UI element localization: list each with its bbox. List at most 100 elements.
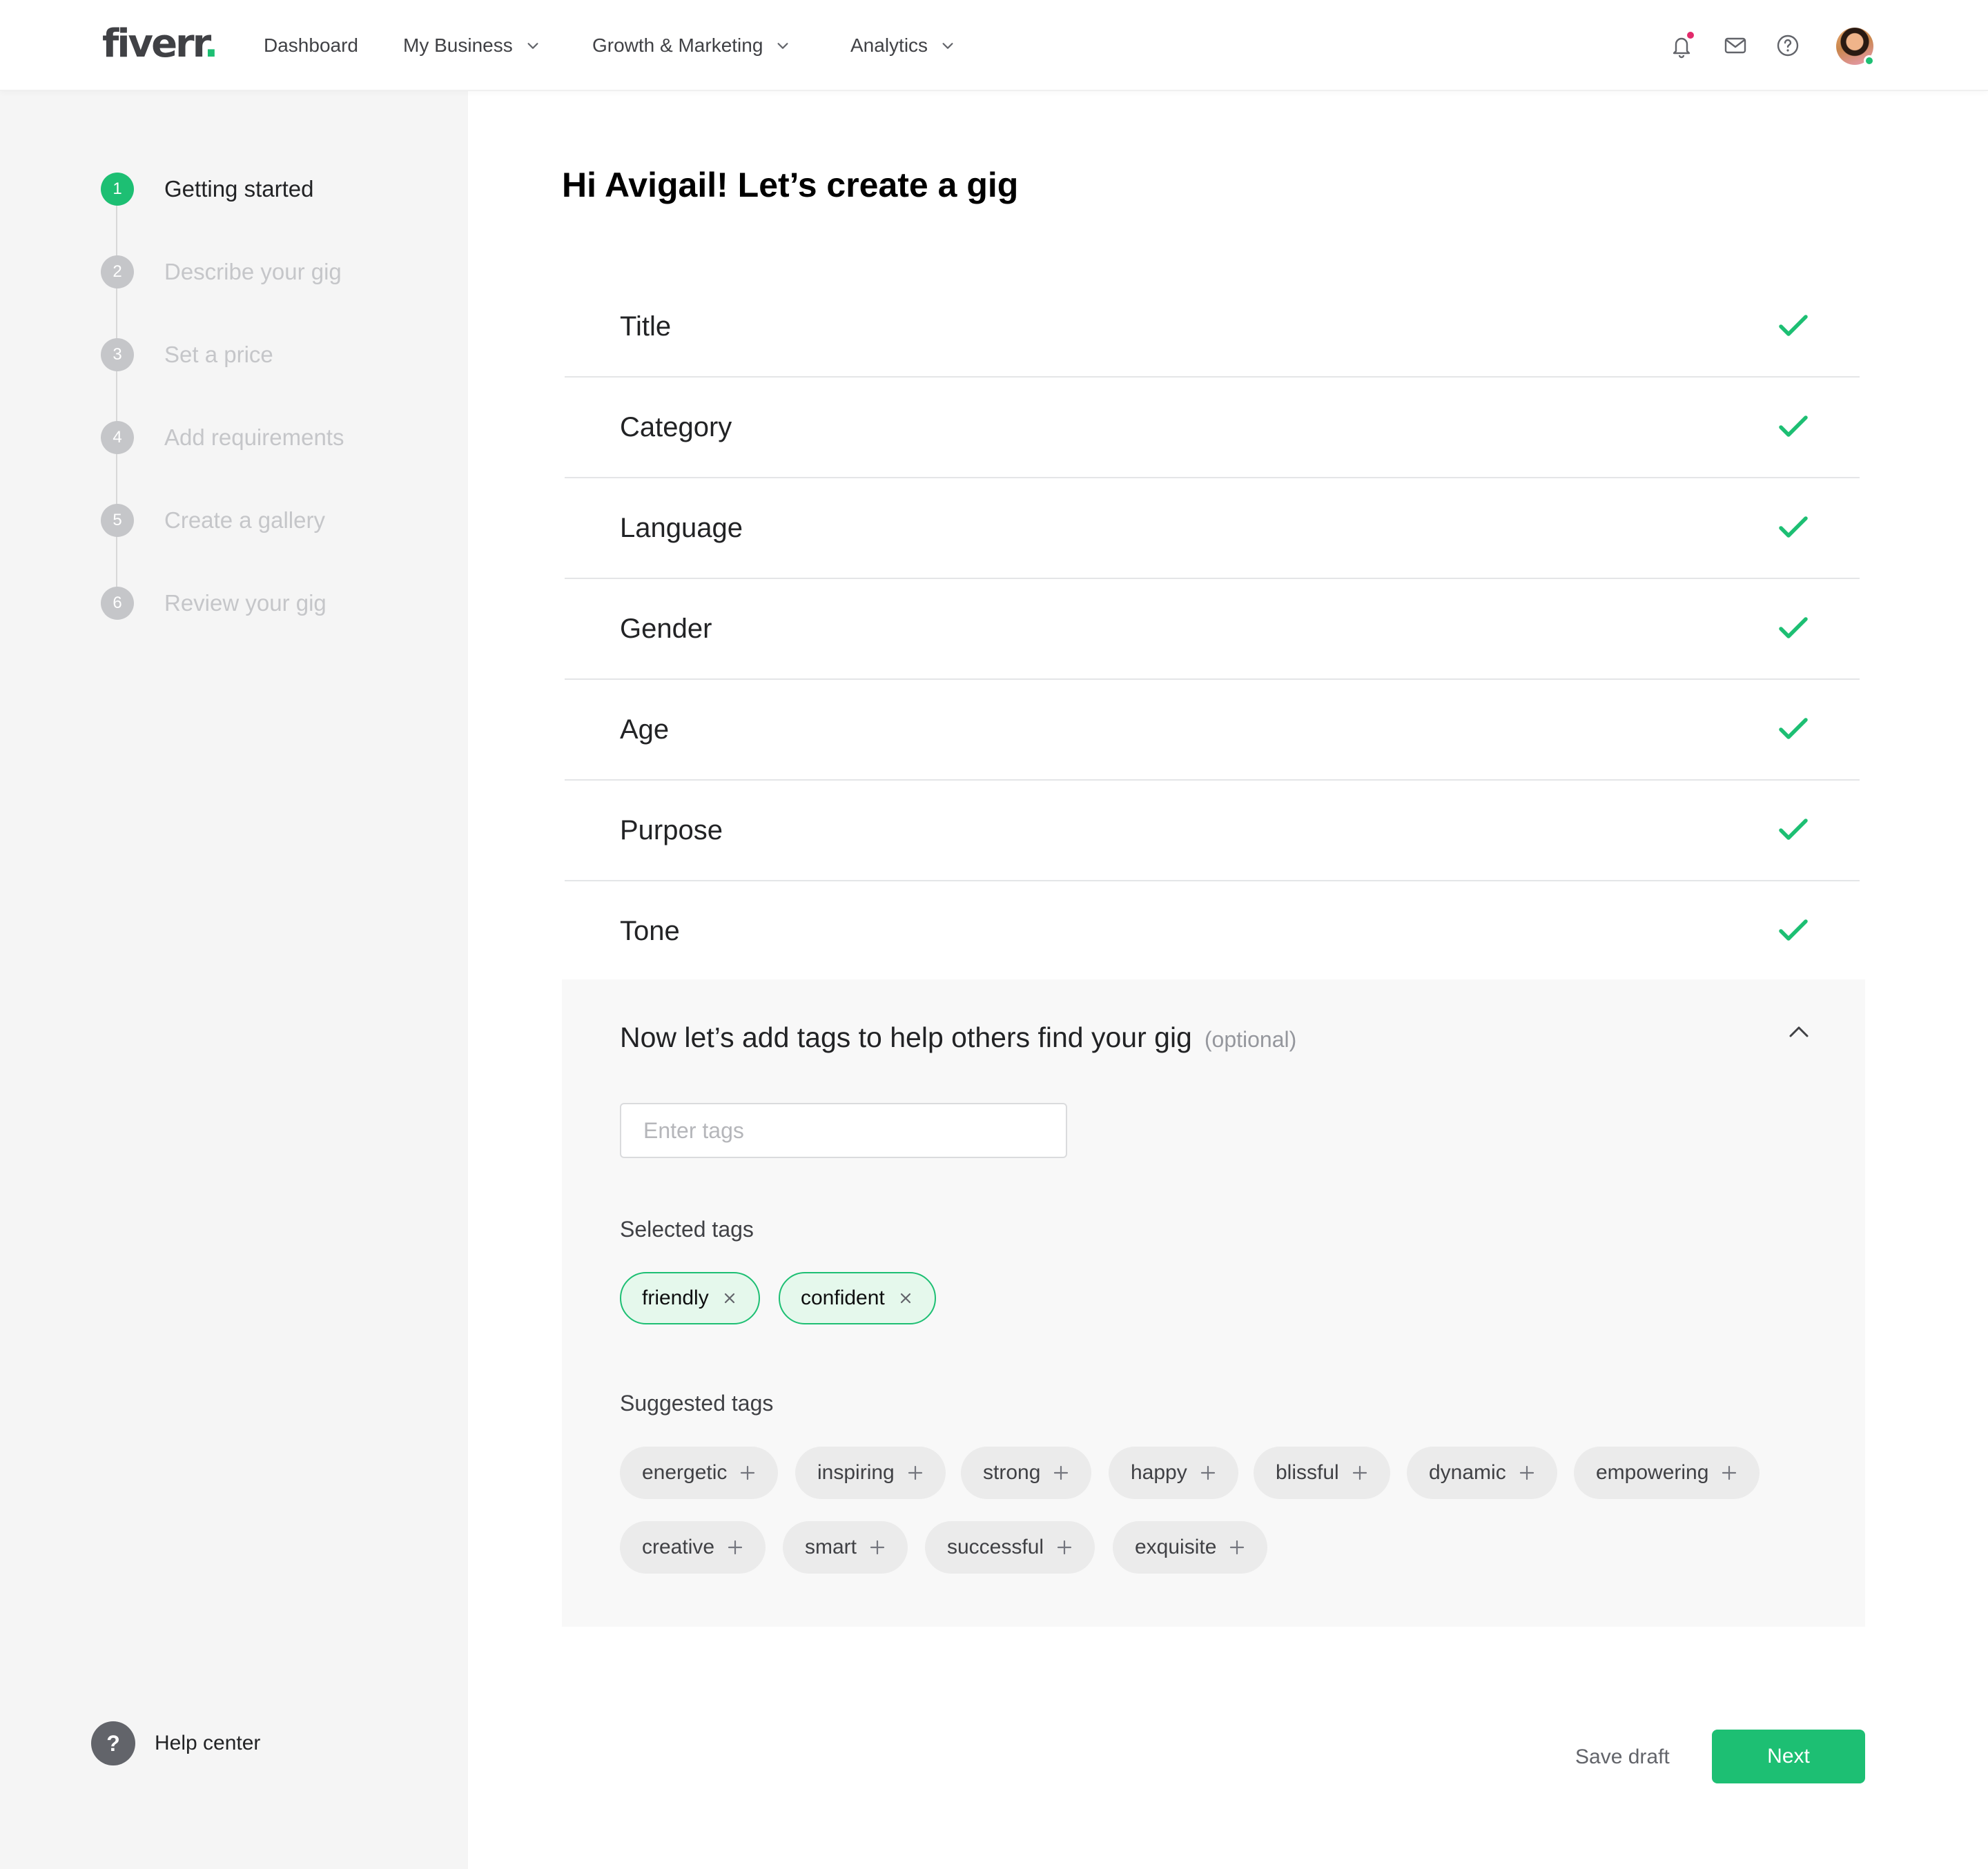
plus-icon: [907, 1465, 924, 1481]
checklist-row-label: Tone: [620, 916, 680, 946]
tags-input[interactable]: [620, 1103, 1067, 1158]
logo-text: fiverr: [102, 21, 206, 66]
close-icon[interactable]: [721, 1290, 738, 1307]
checkmark-icon: [1779, 617, 1808, 638]
notification-badge: [1687, 32, 1694, 39]
checklist-row-label: Age: [620, 714, 670, 745]
nav-analytics-label: Analytics: [850, 35, 928, 56]
help-center-label: Help center: [155, 1732, 261, 1754]
checkmark-icon: [1779, 919, 1808, 941]
tag-text: empowering: [1596, 1461, 1709, 1484]
tag-text: creative: [642, 1536, 715, 1558]
chevron-up-icon[interactable]: [1785, 1018, 1813, 1046]
help-circle-icon: ?: [91, 1721, 135, 1765]
nav-my-business[interactable]: My Business: [403, 30, 540, 61]
checkmark-icon: [1779, 718, 1808, 739]
plus-icon: [1053, 1465, 1069, 1481]
plus-icon: [727, 1539, 743, 1556]
checklist-row-category[interactable]: Category: [565, 378, 1860, 478]
step-describe-your-gig[interactable]: 2 Describe your gig: [101, 255, 342, 288]
nav-analytics[interactable]: Analytics: [850, 30, 955, 61]
checklist-row-purpose[interactable]: Purpose: [565, 781, 1860, 881]
step-number: 1: [101, 173, 134, 206]
suggested-tag-chip[interactable]: inspiring: [795, 1447, 946, 1499]
suggested-tag-chip[interactable]: blissful: [1254, 1447, 1390, 1499]
plus-icon: [1056, 1539, 1073, 1556]
step-getting-started[interactable]: 1 Getting started: [101, 173, 313, 206]
suggested-tag-chip[interactable]: happy: [1109, 1447, 1238, 1499]
avatar[interactable]: [1836, 28, 1875, 66]
plus-icon: [1229, 1539, 1245, 1556]
suggested-tag-chip[interactable]: exquisite: [1113, 1521, 1268, 1574]
checklist-row-label: Purpose: [620, 815, 723, 845]
plus-icon: [739, 1465, 756, 1481]
step-number: 4: [101, 421, 134, 454]
checkmark-icon: [1779, 819, 1808, 840]
selected-tags-label: Selected tags: [620, 1217, 754, 1242]
envelope-icon: [1724, 37, 1746, 54]
fiverr-logo[interactable]: fiverr.: [102, 21, 219, 66]
suggested-tag-chip[interactable]: successful: [925, 1521, 1095, 1574]
suggested-tag-chip[interactable]: smart: [783, 1521, 908, 1574]
checkmark-icon: [1779, 516, 1808, 538]
tags-heading-text: Now let’s add tags to help others find y…: [620, 1021, 1192, 1053]
tag-text: strong: [983, 1461, 1041, 1484]
help-button[interactable]: [1774, 32, 1802, 59]
checklist-row-tone[interactable]: Tone: [565, 881, 1860, 982]
tag-text: blissful: [1276, 1461, 1339, 1484]
step-create-a-gallery[interactable]: 5 Create a gallery: [101, 504, 325, 537]
chevron-down-icon: [777, 43, 788, 49]
tags-panel: Now let’s add tags to help others find y…: [562, 979, 1865, 1627]
checklist-row-label: Category: [620, 412, 732, 442]
next-button[interactable]: Next: [1712, 1730, 1865, 1783]
step-label: Add requirements: [164, 424, 344, 450]
suggested-tags-label: Suggested tags: [620, 1391, 774, 1416]
checklist-row-gender[interactable]: Gender: [565, 579, 1860, 680]
checklist-row-title[interactable]: Title: [565, 277, 1860, 378]
help-center-link[interactable]: ? Help center: [91, 1721, 260, 1765]
nav-dashboard[interactable]: Dashboard: [264, 30, 358, 61]
suggested-tag-chip[interactable]: dynamic: [1407, 1447, 1557, 1499]
step-add-requirements[interactable]: 4 Add requirements: [101, 421, 344, 454]
step-label: Getting started: [164, 176, 314, 202]
suggested-tag-chip[interactable]: creative: [620, 1521, 766, 1574]
nav-my-business-label: My Business: [403, 35, 513, 56]
messages-button[interactable]: [1722, 32, 1749, 59]
checklist-row-label: Gender: [620, 614, 712, 644]
step-label: Review your gig: [164, 590, 327, 616]
suggested-tag-chip[interactable]: empowering: [1574, 1447, 1760, 1499]
plus-icon: [1200, 1465, 1216, 1481]
step-number: 5: [101, 504, 134, 537]
logo-dot: .: [204, 21, 218, 66]
chevron-down-icon: [942, 43, 953, 49]
chevron-down-icon: [527, 43, 538, 49]
suggested-tag-chip[interactable]: energetic: [620, 1447, 779, 1499]
tag-text: friendly: [642, 1286, 709, 1309]
nav-growth-marketing[interactable]: Growth & Marketing: [592, 30, 790, 61]
save-draft-button[interactable]: Save draft: [1575, 1742, 1670, 1772]
gig-checklist: Title Category Language Gender Age Purpo…: [565, 277, 1860, 982]
selected-tag-chip[interactable]: confident: [779, 1272, 936, 1324]
plus-icon: [869, 1539, 886, 1556]
selected-tag-chip[interactable]: friendly: [620, 1272, 760, 1324]
step-label: Describe your gig: [164, 259, 342, 284]
steps-sidebar: 1 Getting started 2 Describe your gig 3 …: [0, 91, 468, 1869]
step-review-your-gig[interactable]: 6 Review your gig: [101, 587, 327, 620]
plus-icon: [1519, 1465, 1535, 1481]
plus-icon: [1352, 1465, 1368, 1481]
notifications-button[interactable]: [1668, 32, 1695, 59]
close-icon[interactable]: [897, 1290, 914, 1307]
steps-connector-line: [116, 190, 117, 605]
tags-heading: Now let’s add tags to help others find y…: [620, 1018, 1296, 1059]
nav-dashboard-label: Dashboard: [264, 35, 358, 56]
checklist-row-language[interactable]: Language: [565, 478, 1860, 579]
checklist-row-age[interactable]: Age: [565, 680, 1860, 781]
plus-icon: [1721, 1465, 1737, 1481]
checklist-row-label: Title: [620, 311, 672, 342]
tag-text: dynamic: [1429, 1461, 1506, 1484]
step-set-a-price[interactable]: 3 Set a price: [101, 338, 273, 371]
suggested-tag-chip[interactable]: strong: [961, 1447, 1092, 1499]
step-number: 6: [101, 587, 134, 620]
online-status-dot: [1864, 55, 1875, 66]
checkmark-icon: [1779, 415, 1808, 437]
